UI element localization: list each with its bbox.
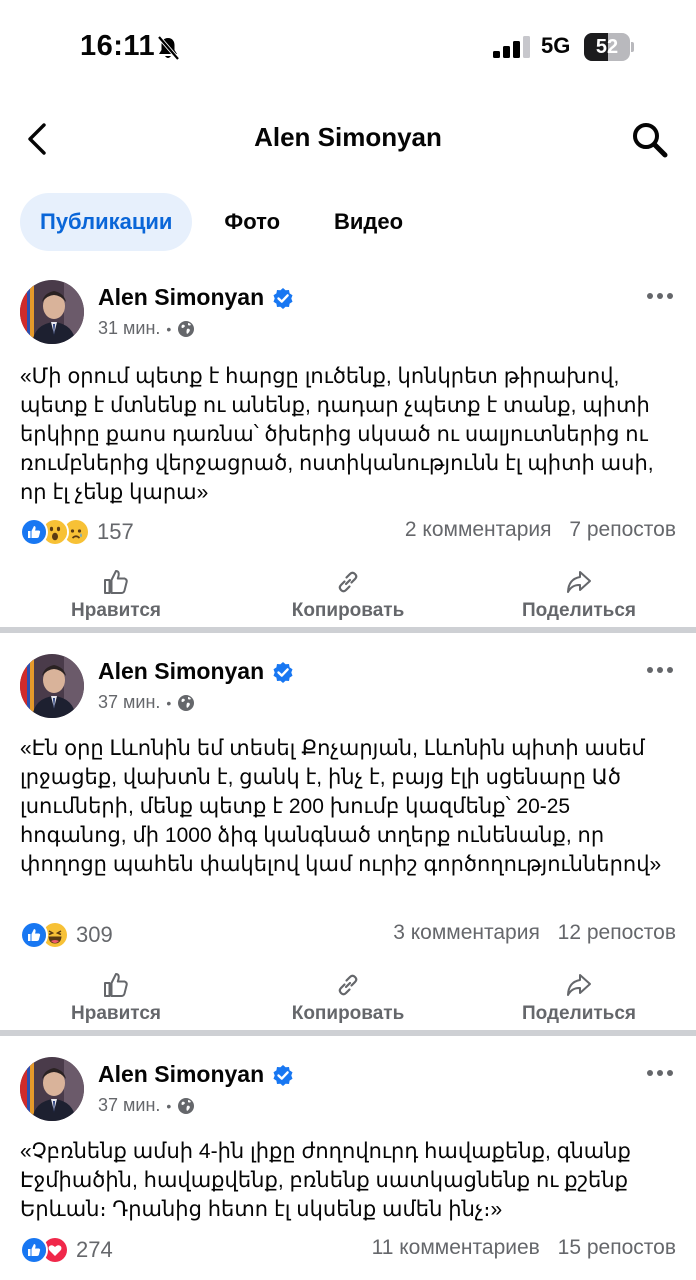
more-options-icon[interactable]: [646, 292, 674, 300]
separator-dot: •: [166, 1097, 172, 1114]
profile-tabs: Публикации Фото Видео: [20, 193, 403, 251]
like-reaction-icon: [20, 1236, 48, 1264]
post-divider: [0, 1030, 696, 1036]
post-author[interactable]: Alen Simonyan: [98, 658, 294, 685]
post-author[interactable]: Alen Simonyan: [98, 1061, 294, 1088]
post-text: «Չբռնենք ամսի 4-ին լիքը ժողովուրդ հավաքե…: [20, 1140, 631, 1221]
post-meta: 37 мин. •: [98, 1095, 195, 1116]
post-meta: 31 мин. •: [98, 318, 195, 339]
post-text: «Մի օրում պետք է հարցը լուծենք, կոնկրետ …: [20, 365, 654, 504]
link-icon: [338, 571, 358, 593]
verified-badge-icon: [273, 287, 293, 309]
comments-count[interactable]: 2 комментария: [405, 518, 552, 541]
avatar[interactable]: [20, 280, 84, 344]
reactions-summary[interactable]: 309: [20, 920, 113, 950]
status-time: 16:11: [80, 30, 156, 62]
separator-dot: •: [166, 694, 172, 711]
more-options-icon[interactable]: [646, 1069, 674, 1077]
page-header: Alen Simonyan: [0, 100, 696, 176]
author-name[interactable]: Alen Simonyan: [98, 284, 264, 311]
search-icon[interactable]: [630, 120, 670, 160]
copy-label: Копировать: [291, 600, 405, 621]
post-time[interactable]: 37 мин.: [98, 692, 160, 713]
post-time[interactable]: 37 мин.: [98, 1095, 160, 1116]
like-label: Нравится: [71, 600, 161, 621]
tab-videos[interactable]: Видео: [334, 193, 403, 251]
reactions-summary[interactable]: 274: [20, 1235, 113, 1265]
post-divider: [0, 627, 696, 633]
post-counts: 3 комментария 12 репостов: [393, 921, 676, 945]
like-reaction-icon: [20, 518, 48, 546]
globe-icon: [178, 1097, 195, 1114]
globe-icon: [178, 320, 195, 337]
post-text: «Էն օրը Լևոնին եմ տեսել Քոչարյան, Լևոնին…: [20, 737, 662, 876]
network-type: 5G: [541, 33, 571, 58]
share-button[interactable]: Поделиться: [479, 971, 679, 1025]
copy-link-button[interactable]: Копировать: [248, 971, 448, 1025]
reaction-count: 274: [76, 1237, 113, 1262]
cellular-signal-icon: [493, 36, 530, 58]
like-label: Нравится: [71, 1003, 161, 1024]
author-name[interactable]: Alen Simonyan: [98, 1061, 264, 1088]
post-meta: 37 мин. •: [98, 692, 195, 713]
author-name[interactable]: Alen Simonyan: [98, 658, 264, 685]
reposts-count[interactable]: 15 репостов: [558, 1236, 676, 1259]
post-stats: 309 3 комментария 12 репостов: [20, 920, 676, 950]
post-counts: 2 комментария 7 репостов: [405, 518, 676, 542]
battery-level: 52: [595, 36, 619, 58]
share-button[interactable]: Поделиться: [479, 568, 679, 622]
avatar[interactable]: [20, 1057, 84, 1121]
verified-badge-icon: [273, 661, 293, 683]
comments-count[interactable]: 11 комментариев: [372, 1236, 540, 1259]
reactions-summary[interactable]: 157: [20, 517, 134, 547]
thumbs-up-icon: [104, 973, 128, 997]
post-author[interactable]: Alen Simonyan: [98, 284, 294, 311]
reaction-count: 157: [97, 519, 134, 544]
page-title: Alen Simonyan: [254, 122, 442, 152]
share-arrow-icon: [567, 571, 591, 593]
bell-muted-icon: [157, 35, 180, 61]
share-label: Поделиться: [521, 600, 637, 621]
comments-count[interactable]: 3 комментария: [393, 921, 540, 944]
like-button[interactable]: Нравится: [16, 971, 216, 1025]
link-icon: [338, 974, 358, 996]
post-time[interactable]: 31 мин.: [98, 318, 160, 339]
copy-link-button[interactable]: Копировать: [248, 568, 448, 622]
reposts-count[interactable]: 7 репостов: [569, 518, 676, 541]
tab-posts[interactable]: Публикации: [20, 193, 193, 251]
battery-icon: 52: [584, 33, 634, 61]
status-bar: 16:11 5G 52: [0, 0, 696, 96]
more-options-icon[interactable]: [646, 666, 674, 674]
copy-label: Копировать: [291, 1003, 405, 1024]
reposts-count[interactable]: 12 репостов: [558, 921, 676, 944]
post-stats: 274 11 комментариев 15 репостов: [20, 1235, 676, 1265]
reaction-count: 309: [76, 922, 113, 947]
tab-photos[interactable]: Фото: [224, 193, 280, 251]
share-arrow-icon: [567, 974, 591, 996]
separator-dot: •: [166, 320, 172, 337]
share-label: Поделиться: [521, 1003, 637, 1024]
avatar[interactable]: [20, 654, 84, 718]
globe-icon: [178, 694, 195, 711]
like-button[interactable]: Нравится: [16, 568, 216, 622]
verified-badge-icon: [273, 1064, 293, 1086]
post-actions: Нравится Копировать Поделиться: [0, 568, 696, 624]
like-reaction-icon: [20, 921, 48, 949]
post-actions: Нравится Копировать Поделиться: [0, 971, 696, 1027]
thumbs-up-icon: [104, 570, 128, 594]
post-counts: 11 комментариев 15 репостов: [372, 1236, 676, 1260]
post-stats: 157 2 комментария 7 репостов: [20, 517, 676, 547]
